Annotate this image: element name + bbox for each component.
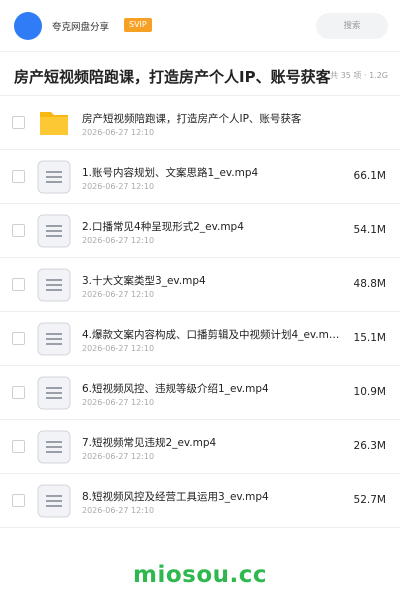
- file-name: 3.十大文案类型3_ev.mp4: [82, 275, 206, 287]
- file-name: 1.账号内容规划、文案思路1_ev.mp4: [82, 167, 259, 179]
- list-item[interactable]: 6.短视频风控、违规等级介绍1_ev.mp4 2026-06-27 12:10 …: [0, 366, 400, 420]
- file-date: 2026-06-27 12:10: [82, 236, 155, 245]
- share-owner-name: 夸克网盘分享: [52, 22, 110, 33]
- file-date: 2026-06-27 12:10: [82, 506, 155, 515]
- row-checkbox[interactable]: [12, 116, 25, 129]
- file-size: 10.9M: [353, 386, 386, 398]
- file-name: 7.短视频常见违规2_ev.mp4: [82, 437, 217, 449]
- list-item[interactable]: 2.口播常见4种呈现形式2_ev.mp4 2026-06-27 12:10 54…: [0, 204, 400, 258]
- file-date: 2026-06-27 12:10: [82, 290, 155, 299]
- row-checkbox[interactable]: [12, 278, 25, 291]
- file-icon: [37, 376, 71, 410]
- file-icon: [37, 268, 71, 302]
- file-size: 15.1M: [353, 332, 386, 344]
- file-size: 54.1M: [353, 224, 386, 236]
- list-item[interactable]: 8.短视频风控及经营工具运用3_ev.mp4 2026-06-27 12:10 …: [0, 474, 400, 528]
- file-name: 6.短视频风控、违规等级介绍1_ev.mp4: [82, 383, 269, 395]
- file-icon: [37, 484, 71, 518]
- file-list: 房产短视频陪跑课，打造房产个人IP、账号获客 2026-06-27 12:10 …: [0, 96, 400, 528]
- file-icon: [37, 160, 71, 194]
- folder-title-bar: 房产短视频陪跑课，打造房产个人IP、账号获客 共 35 项 · 1.2G: [0, 52, 400, 96]
- folder-meta: 共 35 项 · 1.2G: [330, 70, 388, 81]
- row-checkbox[interactable]: [12, 170, 25, 183]
- row-checkbox[interactable]: [12, 440, 25, 453]
- list-item[interactable]: 4.爆款文案内容构成、口播剪辑及中视频计划4_ev.mp4 2026-06-27…: [0, 312, 400, 366]
- row-checkbox[interactable]: [12, 386, 25, 399]
- svip-badge: SVIP: [124, 18, 152, 32]
- list-item[interactable]: 房产短视频陪跑课，打造房产个人IP、账号获客 2026-06-27 12:10: [0, 96, 400, 150]
- header: 夸克网盘分享 SVIP 搜索: [0, 0, 400, 52]
- search-button[interactable]: 搜索: [316, 13, 388, 39]
- list-item[interactable]: 3.十大文案类型3_ev.mp4 2026-06-27 12:10 48.8M: [0, 258, 400, 312]
- watermark: miosou.cc: [132, 562, 268, 588]
- file-name: 2.口播常见4种呈现形式2_ev.mp4: [82, 221, 244, 233]
- file-name: 8.短视频风控及经营工具运用3_ev.mp4: [82, 491, 269, 503]
- file-size: 26.3M: [353, 440, 386, 452]
- row-checkbox[interactable]: [12, 332, 25, 345]
- file-date: 2026-06-27 12:10: [82, 128, 155, 137]
- file-size: 66.1M: [353, 170, 386, 182]
- file-size: 52.7M: [353, 494, 386, 506]
- file-date: 2026-06-27 12:10: [82, 182, 155, 191]
- file-size: 48.8M: [353, 278, 386, 290]
- row-checkbox[interactable]: [12, 224, 25, 237]
- file-date: 2026-06-27 12:10: [82, 452, 155, 461]
- file-icon: [37, 214, 71, 248]
- avatar[interactable]: [14, 12, 42, 40]
- file-date: 2026-06-27 12:10: [82, 398, 155, 407]
- row-checkbox[interactable]: [12, 494, 25, 507]
- file-icon: [37, 322, 71, 356]
- page-title: 房产短视频陪跑课，打造房产个人IP、账号获客: [14, 68, 331, 86]
- list-item[interactable]: 1.账号内容规划、文案思路1_ev.mp4 2026-06-27 12:10 6…: [0, 150, 400, 204]
- folder-icon: [40, 112, 68, 135]
- list-item[interactable]: 7.短视频常见违规2_ev.mp4 2026-06-27 12:10 26.3M: [0, 420, 400, 474]
- file-icon: [37, 430, 71, 464]
- file-name: 房产短视频陪跑课，打造房产个人IP、账号获客: [82, 113, 302, 125]
- file-date: 2026-06-27 12:10: [82, 344, 155, 353]
- file-name: 4.爆款文案内容构成、口播剪辑及中视频计划4_ev.mp4: [82, 329, 340, 341]
